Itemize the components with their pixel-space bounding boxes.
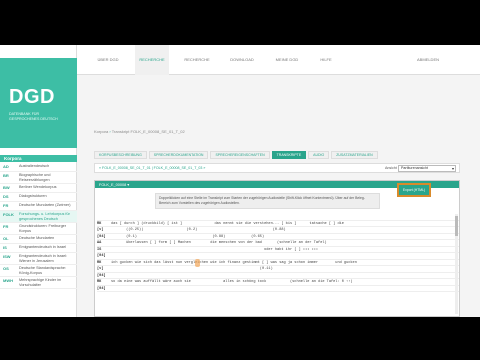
scrollbar-thumb[interactable] bbox=[455, 216, 458, 236]
logo-subtitle: Datenbank für Gesprochenes Deutsch bbox=[9, 112, 58, 121]
speaker-label: [04] bbox=[97, 286, 106, 291]
tab-audio[interactable]: Audio bbox=[308, 151, 330, 159]
corpus-name: Biographische und Reiseerzählungen bbox=[19, 173, 51, 182]
corpus-name: Forschungs- u. Lehrkorpus für gesprochen… bbox=[19, 212, 70, 221]
corpus-code: IS bbox=[3, 245, 7, 250]
corpus-name: Deutsche Standardsprache: König-Korpus bbox=[19, 266, 67, 275]
corpus-item[interactable]: MWH Mehrsprachige Kinder im Vorschulalter bbox=[0, 277, 77, 289]
speaker-label: AA bbox=[97, 241, 102, 245]
corpus-code: FR bbox=[3, 203, 9, 208]
corpus-tabs: Korpusbeschreibung Sprecherdokumentation S… bbox=[94, 151, 460, 159]
tab-korpusbeschreibung[interactable]: Korpusbeschreibung bbox=[94, 151, 147, 159]
info-box: Doppelklicken auf eine Stelle im Transkr… bbox=[155, 193, 380, 209]
speaker-label: [v] bbox=[97, 228, 104, 232]
corpus-name: Emigrantendeutsch in Israel: Wiener in J… bbox=[19, 254, 68, 263]
speaker-label: [v] bbox=[97, 267, 104, 271]
corpus-code: BR bbox=[3, 173, 9, 178]
chevron-down-icon: ▾ bbox=[451, 166, 454, 171]
transcript-subbar: « FOLK_E_00008_SE_01_T_01 | FOLK_E_00008… bbox=[94, 163, 460, 173]
tab-zusatzmaterialien[interactable]: Zusatzmaterialien bbox=[331, 151, 378, 159]
corpus-name: Dialogstrukturen bbox=[19, 194, 47, 198]
speaker-label: [04] bbox=[97, 254, 106, 258]
transcript-text: ich gucken wie sich das lässt nun vergle… bbox=[111, 260, 357, 265]
corpus-code: FR bbox=[3, 224, 9, 229]
corpus-list: AD Australiendeutsch BR Biographische und R… bbox=[0, 163, 77, 289]
transcript-text bbox=[111, 214, 305, 220]
corpus-name: Emigrantendeutsch in Israel bbox=[19, 245, 67, 249]
top-navigation: Über DGD Recherche Recherche Download Me… bbox=[77, 45, 480, 75]
view-select-value: Partiturenansicht bbox=[401, 166, 428, 170]
corpus-code: AD bbox=[3, 164, 9, 169]
breadcrumb-separator: › bbox=[109, 129, 111, 134]
corpus-item[interactable]: FOLK Forschungs- u. Lehrkorpus für gespro… bbox=[0, 211, 77, 223]
transcript-text: ((0.25)) (0.2) (0.88) bbox=[111, 228, 323, 232]
corpus-code: MWH bbox=[3, 278, 13, 283]
corpus-name: Australiendeutsch bbox=[19, 164, 50, 168]
corpus-item[interactable]: FR Deutsche Mundarten (Zwirner) bbox=[0, 202, 77, 211]
transcript-text bbox=[111, 253, 325, 259]
transcript-row[interactable]: [04] bbox=[97, 286, 459, 292]
corpus-name: Mehrsprachige Kinder im Vorschulalter bbox=[19, 278, 62, 287]
tab-transkripte[interactable]: Transkripte bbox=[271, 151, 307, 159]
transcript-text bbox=[111, 286, 325, 292]
export-button[interactable]: Export (HTML) bbox=[397, 183, 431, 197]
breadcrumb-current: Transkript FOLK_E_00008_SE_01_T_02 bbox=[111, 129, 185, 134]
browser-viewport: DGD Datenbank für Gesprochenes Deutsch K… bbox=[0, 45, 480, 317]
corpus-item[interactable]: BR Biographische und Reiseerzählungen bbox=[0, 172, 77, 184]
corpus-item[interactable]: OL Deutsche Mundarten bbox=[0, 235, 77, 244]
corpus-item[interactable]: DS Dialogstrukturen bbox=[0, 193, 77, 202]
nav-meine-dgd[interactable]: Meine DGD bbox=[269, 45, 305, 75]
speaker-label: RK bbox=[97, 221, 102, 226]
corpus-item[interactable]: ISW Emigrantendeutsch in Israel: Wiener i… bbox=[0, 253, 77, 265]
nav-about[interactable]: Über DGD bbox=[91, 45, 125, 75]
transcript-text: so da eine was auffällt wäre auch sie al… bbox=[111, 280, 353, 284]
corpus-name: Deutsche Mundarten (Zwirner) bbox=[19, 203, 71, 207]
speaker-label: [04] bbox=[97, 273, 106, 278]
tab-sprechereigenschaften[interactable]: Sprechereigenschaften bbox=[210, 151, 270, 159]
korpora-heading: Korpora bbox=[0, 155, 77, 162]
breadcrumb-home[interactable]: Korpora bbox=[94, 129, 108, 134]
logo-title: DGD bbox=[9, 86, 55, 108]
transcript-nav-links[interactable]: « FOLK_E_00008_SE_01_T_01 | FOLK_E_00008… bbox=[99, 166, 205, 170]
corpus-code: BW bbox=[3, 185, 10, 190]
nav-hilfe[interactable]: Hilfe bbox=[313, 45, 339, 75]
speaker-label: RK bbox=[97, 280, 102, 284]
transcript-text: überlassen [ ] form [ ] Machen die mensc… bbox=[111, 241, 340, 245]
view-select[interactable]: Partiturenansicht ▾ bbox=[398, 165, 456, 172]
nav-download[interactable]: Download bbox=[225, 45, 259, 75]
nav-recherche[interactable]: Recherche bbox=[135, 45, 169, 75]
speaker-label: RK bbox=[97, 260, 102, 265]
corpus-item[interactable]: AD Australiendeutsch bbox=[0, 163, 77, 172]
logout-link[interactable]: Abmelden bbox=[417, 45, 439, 75]
corpus-name: Grundstrukturen: Freiburger Korpus bbox=[19, 224, 67, 233]
corpus-code: ISW bbox=[3, 254, 11, 259]
corpus-item[interactable]: BW Berliner Wendekorpus bbox=[0, 184, 77, 193]
corpus-item[interactable]: OS Deutsche Standardsprache: König-Korpus bbox=[0, 265, 77, 277]
corpus-name: Deutsche Mundarten bbox=[19, 236, 55, 240]
transcript-score[interactable]: RK das [ durch ] (druckbild) [ ist ] das … bbox=[97, 214, 459, 317]
left-sidebar: DGD Datenbank für Gesprochenes Deutsch K… bbox=[0, 45, 77, 317]
corpus-code: OL bbox=[3, 236, 9, 241]
speaker-label: [04] bbox=[97, 234, 106, 239]
transcript-text: das [ durch ] (druckbild) [ ist ] das ne… bbox=[111, 221, 353, 226]
corpus-code: OS bbox=[3, 266, 9, 271]
corpus-name: Berliner Wendekorpus bbox=[19, 185, 57, 189]
transcript-panel: FOLK_E_00008 ▾ Doppelklicken auf eine St… bbox=[94, 180, 460, 317]
breadcrumb: Korpora › Transkript FOLK_E_00008_SE_01_… bbox=[94, 129, 185, 134]
corpus-code: DS bbox=[3, 194, 9, 199]
view-label: Ansicht bbox=[385, 166, 397, 170]
tab-sprecherdokumentation[interactable]: Sprecherdokumentation bbox=[148, 151, 209, 159]
nav-recherche-2[interactable]: Recherche bbox=[179, 45, 215, 75]
transcript-text: (0.1) (0.88) (0.65) bbox=[111, 234, 325, 239]
corpus-code: FOLK bbox=[3, 212, 14, 217]
transcript-text: oder habt ihr [ ] ••• ••• bbox=[111, 247, 327, 252]
speaker-label: IS bbox=[97, 247, 102, 252]
transcript-text: (0.11) bbox=[111, 267, 323, 271]
corpus-item[interactable]: FR Grundstrukturen: Freiburger Korpus bbox=[0, 223, 77, 235]
dgd-logo[interactable]: DGD Datenbank für Gesprochenes Deutsch bbox=[0, 58, 77, 148]
scrollbar[interactable] bbox=[455, 214, 458, 314]
mouse-cursor-highlight bbox=[195, 259, 200, 267]
transcript-text bbox=[111, 273, 325, 279]
corpus-item[interactable]: IS Emigrantendeutsch in Israel bbox=[0, 244, 77, 253]
